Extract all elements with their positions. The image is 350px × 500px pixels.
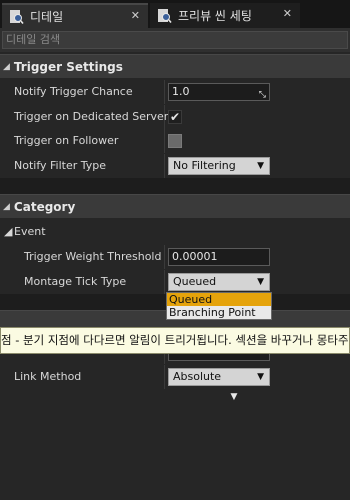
close-icon[interactable]: ✕ bbox=[283, 7, 292, 20]
tab-preview-scene-settings[interactable]: 프리뷰 씬 세팅 ✕ bbox=[150, 3, 300, 28]
dropdown-option-queued[interactable]: Queued bbox=[167, 293, 271, 306]
property-row-notify-filter-type: Notify Filter Type No Filtering ▼ bbox=[0, 154, 350, 178]
property-label: Montage Tick Type bbox=[24, 275, 127, 288]
property-label: Link Method bbox=[14, 370, 82, 383]
section-title: Category bbox=[13, 199, 76, 214]
collapse-arrow-icon: ◢ bbox=[3, 201, 10, 212]
property-label: Trigger on Dedicated Server bbox=[14, 110, 169, 123]
search-input[interactable]: 디테일 검색 bbox=[2, 31, 348, 49]
tooltip: 점 - 분기 지점에 다다르면 알림이 트리거됩니다. 섹션을 바꾸거나 몽타주 bbox=[0, 327, 350, 354]
property-row-montage-tick-type: Montage Tick Type Queued ▼ bbox=[0, 270, 350, 294]
property-label: Notify Filter Type bbox=[14, 159, 107, 172]
property-row-notify-trigger-chance: Notify Trigger Chance 1.0 ⤡ bbox=[0, 80, 350, 104]
property-label: Notify Trigger Chance bbox=[14, 85, 133, 98]
subcategory-event[interactable]: ◢ Event bbox=[0, 220, 350, 244]
collapse-arrow-icon: ◢ bbox=[3, 61, 10, 72]
property-row-link-method: Link Method Absolute ▼ bbox=[0, 365, 350, 389]
notify-filter-type-dropdown[interactable]: No Filtering ▼ bbox=[168, 157, 270, 175]
tab-details-label: 디테일 bbox=[30, 10, 64, 24]
montage-tick-type-dropdown-list: Queued Branching Point bbox=[166, 292, 272, 320]
magnifier-doc-icon bbox=[10, 9, 24, 24]
close-icon[interactable]: ✕ bbox=[131, 9, 140, 22]
resize-grip-icon: ⤡ bbox=[258, 90, 266, 100]
chevron-down-icon: ▼ bbox=[257, 161, 264, 171]
checkmark-icon: ✔ bbox=[169, 110, 181, 124]
magnifier-doc-icon bbox=[158, 8, 172, 23]
dropdown-option-branching-point[interactable]: Branching Point bbox=[167, 306, 271, 319]
link-method-dropdown[interactable]: Absolute ▼ bbox=[168, 368, 270, 386]
dropdown-value: Absolute bbox=[173, 370, 222, 383]
trigger-on-dedicated-server-checkbox[interactable]: ✔ bbox=[168, 110, 182, 124]
subcategory-title: Event bbox=[14, 225, 46, 238]
section-category[interactable]: ◢ Category bbox=[0, 194, 350, 218]
chevron-down-icon: ▼ bbox=[257, 372, 264, 382]
trigger-weight-threshold-input[interactable]: 0.00001 bbox=[168, 248, 270, 266]
input-value: 1.0 bbox=[172, 85, 190, 98]
property-row-trigger-on-dedicated-server: Trigger on Dedicated Server ✔ bbox=[0, 105, 350, 129]
expand-arrow-icon: ◢ bbox=[4, 225, 13, 238]
section-trigger-settings[interactable]: ◢ Trigger Settings bbox=[0, 54, 350, 78]
dropdown-value: Queued bbox=[173, 275, 217, 288]
chevron-down-icon: ▼ bbox=[257, 277, 264, 287]
section-title: Trigger Settings bbox=[13, 59, 123, 74]
tab-details[interactable]: 디테일 ✕ bbox=[2, 3, 148, 28]
trigger-on-follower-checkbox[interactable] bbox=[168, 134, 182, 148]
scroll-down-icon[interactable]: ▼ bbox=[227, 393, 241, 402]
property-label: Trigger on Follower bbox=[14, 134, 119, 147]
section-gap bbox=[0, 178, 350, 194]
property-label: Trigger Weight Threshold bbox=[24, 250, 162, 263]
notify-trigger-chance-input[interactable]: 1.0 ⤡ bbox=[168, 83, 270, 101]
tab-preview-label: 프리뷰 씬 세팅 bbox=[178, 9, 252, 23]
dropdown-value: No Filtering bbox=[173, 159, 236, 172]
property-row-trigger-on-follower: Trigger on Follower bbox=[0, 129, 350, 153]
montage-tick-type-dropdown[interactable]: Queued ▼ bbox=[168, 273, 270, 291]
property-row-trigger-weight-threshold: Trigger Weight Threshold 0.00001 bbox=[0, 245, 350, 269]
input-value: 0.00001 bbox=[172, 250, 218, 263]
